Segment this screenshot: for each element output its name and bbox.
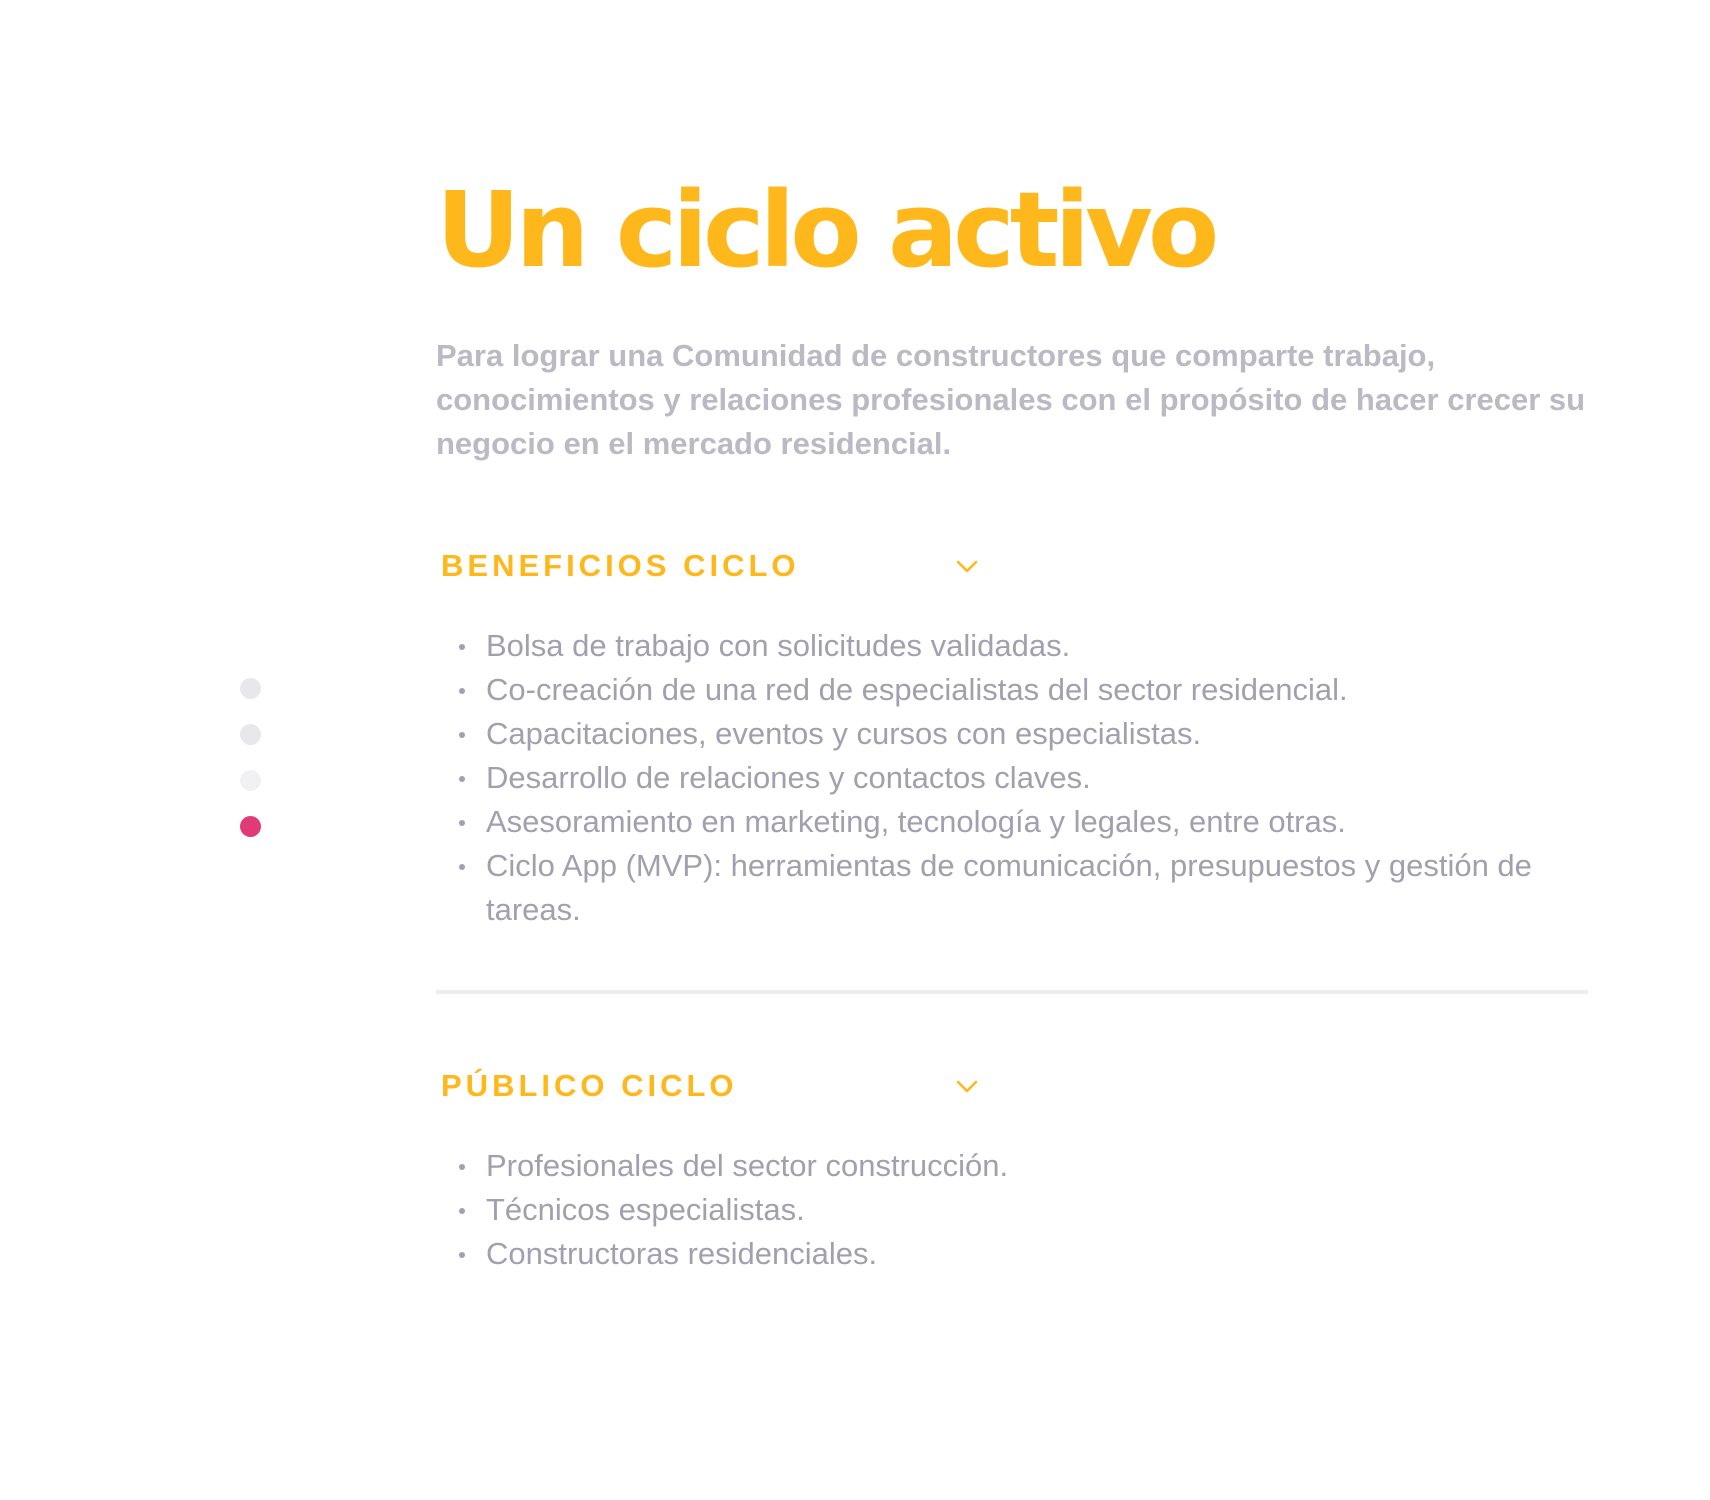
list-item: Desarrollo de relaciones y contactos cla… (436, 756, 1586, 800)
slide-pagination (240, 678, 262, 837)
beneficios-list: Bolsa de trabajo con solicitudes validad… (436, 624, 1586, 932)
chevron-down-icon (956, 560, 978, 573)
page-title: Un ciclo activo (436, 169, 1219, 291)
section-publico: PÚBLICO CICLO Profesionales del sector c… (436, 1064, 1586, 1276)
page: Un ciclo activo Para lograr una Comunida… (0, 0, 1710, 1500)
pagination-dot-3[interactable] (240, 770, 261, 791)
publico-title: PÚBLICO CICLO (441, 1068, 738, 1103)
intro-paragraph: Para lograr una Comunidad de constructor… (436, 338, 1586, 461)
main-content: Un ciclo activo Para lograr una Comunida… (436, 169, 1588, 1276)
beneficios-title: BENEFICIOS CICLO (441, 548, 800, 583)
list-item: Bolsa de trabajo con solicitudes validad… (436, 624, 1586, 668)
publico-list: Profesionales del sector construcción. T… (436, 1144, 1586, 1276)
pagination-dot-2[interactable] (240, 724, 261, 745)
publico-accordion-toggle[interactable]: PÚBLICO CICLO (436, 1064, 978, 1108)
chevron-down-icon (956, 1080, 978, 1093)
list-item: Constructoras residenciales. (436, 1232, 1586, 1276)
list-item: Técnicos especialistas. (436, 1188, 1586, 1232)
list-item: Profesionales del sector construcción. (436, 1144, 1586, 1188)
list-item: Co-creación de una red de especialistas … (436, 668, 1586, 712)
pagination-dot-1[interactable] (240, 678, 261, 699)
pagination-dot-4-active[interactable] (240, 816, 261, 837)
list-item: Ciclo App (MVP): herramientas de comunic… (436, 844, 1586, 932)
list-item: Capacitaciones, eventos y cursos con esp… (436, 712, 1586, 756)
beneficios-accordion-toggle[interactable]: BENEFICIOS CICLO (436, 544, 978, 588)
list-item: Asesoramiento en marketing, tecnología y… (436, 800, 1586, 844)
section-divider (436, 990, 1588, 994)
section-beneficios: BENEFICIOS CICLO Bolsa de trabajo con so… (436, 544, 1586, 932)
